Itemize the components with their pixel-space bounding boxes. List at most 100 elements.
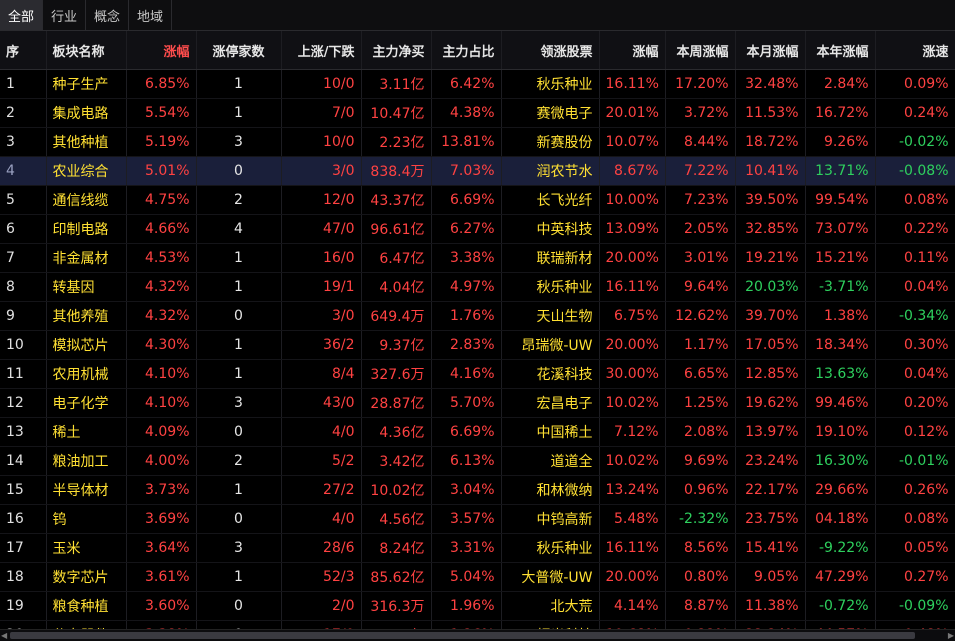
week-change: 9.69% — [665, 446, 736, 476]
leading-stock[interactable]: 北大荒 — [501, 591, 600, 621]
main-net-buy: 2.23亿 — [361, 127, 432, 157]
col-header-stock-change[interactable]: 涨幅 — [599, 31, 666, 70]
table-row[interactable]: 6 印制电路 4.66% 4 47/0 96.61亿 6.27% 中英科技 13.09% 2.05… — [0, 214, 955, 244]
leading-stock[interactable]: 秋乐种业 — [501, 533, 600, 563]
leading-stock-change: 20.00% — [599, 330, 666, 360]
change-speed: 0.04% — [875, 359, 955, 389]
leading-stock[interactable]: 联瑞新材 — [501, 243, 600, 273]
leading-stock[interactable]: 秋乐种业 — [501, 69, 600, 99]
table-row[interactable]: 9 其他养殖 4.32% 0 3/0 649.4万 1.76% 天山生物 6.75% 12.62%… — [0, 301, 955, 331]
col-header-main-net-buy[interactable]: 主力净买 — [361, 31, 432, 70]
week-change: 17.20% — [665, 69, 736, 99]
main-net-buy: 838.4万 — [361, 156, 432, 186]
sector-name[interactable]: 农用机械 — [46, 359, 127, 389]
table-row[interactable]: 10 模拟芯片 4.30% 1 36/2 9.37亿 2.83% 昂瑞微-UW 20.00% 1.… — [0, 330, 955, 360]
col-header-week-change[interactable]: 本周涨幅 — [665, 31, 736, 70]
leading-stock[interactable]: 花溪科技 — [501, 359, 600, 389]
table-row[interactable]: 3 其他种植 5.19% 3 10/0 2.23亿 13.81% 新赛股份 10.07% 8.44… — [0, 127, 955, 157]
limit-up-count: 0 — [196, 504, 282, 534]
sector-name[interactable]: 数字芯片 — [46, 562, 127, 592]
sector-name[interactable]: 非金属材 — [46, 243, 127, 273]
leading-stock[interactable]: 润农节水 — [501, 156, 600, 186]
leading-stock[interactable]: 大普微-UW — [501, 562, 600, 592]
table-row[interactable]: 14 粮油加工 4.00% 2 5/2 3.42亿 6.13% 道道全 10.02% 9.69% 2… — [0, 446, 955, 476]
sector-name[interactable]: 粮食种植 — [46, 591, 127, 621]
col-header-index[interactable]: 序 — [0, 31, 47, 70]
scrollbar-thumb[interactable] — [10, 632, 915, 639]
sector-name[interactable]: 集成电路 — [46, 98, 127, 128]
table-row[interactable]: 20分立器件3.38%017/04.03亿1.26%炬光科技10.68%0.22… — [0, 620, 955, 629]
sector-name[interactable]: 印制电路 — [46, 214, 127, 244]
col-header-change-sorted[interactable]: 涨幅 — [126, 31, 197, 70]
table-row[interactable]: 4 农业综合 5.01% 0 3/0 838.4万 7.03% 润农节水 8.67% 7.22% 1… — [0, 156, 955, 186]
leading-stock[interactable]: 宏昌电子 — [501, 388, 600, 418]
category-tab-bar: 全部 行业 概念 地域 — [0, 0, 955, 31]
sector-change: 3.61% — [126, 562, 197, 592]
leading-stock[interactable]: 和林微纳 — [501, 475, 600, 505]
table-row[interactable]: 2 集成电路 5.54% 1 7/0 10.47亿 4.38% 赛微电子 20.01% 3.72%… — [0, 98, 955, 128]
sector-name[interactable]: 通信线缆 — [46, 185, 127, 215]
table-row[interactable]: 12 电子化学 4.10% 3 43/0 28.87亿 5.70% 宏昌电子 10.02% 1.2… — [0, 388, 955, 418]
horizontal-scrollbar[interactable]: ◀ ▶ — [0, 629, 955, 641]
leading-stock[interactable]: 昂瑞微-UW — [501, 330, 600, 360]
table-row[interactable]: 11 农用机械 4.10% 1 8/4 327.6万 4.16% 花溪科技 30.00% 6.65… — [0, 359, 955, 389]
table-row[interactable]: 17 玉米 3.64% 3 28/6 8.24亿 3.31% 秋乐种业 16.11% 8.56% 1… — [0, 533, 955, 563]
month-change: 32.85% — [735, 214, 806, 244]
month-change: 39.70% — [735, 301, 806, 331]
col-header-limit-up-count[interactable]: 涨停家数 — [196, 31, 282, 70]
sector-name[interactable]: 半导体材 — [46, 475, 127, 505]
sector-name[interactable]: 农业综合 — [46, 156, 127, 186]
leading-stock[interactable]: 长飞光纤 — [501, 185, 600, 215]
scroll-left-arrow-icon[interactable]: ◀ — [1, 631, 7, 640]
table-row[interactable]: 15 半导体材 3.73% 1 27/2 10.02亿 3.04% 和林微纳 13.24% 0.9… — [0, 475, 955, 505]
table-row[interactable]: 1 种子生产 6.85% 1 10/0 3.11亿 6.42% 秋乐种业 16.11% 17.20… — [0, 69, 955, 99]
sector-name[interactable]: 种子生产 — [46, 69, 127, 99]
scroll-right-arrow-icon[interactable]: ▶ — [948, 631, 954, 640]
tab-concept[interactable]: 概念 — [86, 0, 130, 30]
change-speed: 0.20% — [875, 388, 955, 418]
col-header-main-ratio[interactable]: 主力占比 — [431, 31, 502, 70]
leading-stock[interactable]: 秋乐种业 — [501, 272, 600, 302]
leading-stock[interactable]: 赛微电子 — [501, 98, 600, 128]
tab-region[interactable]: 地域 — [129, 0, 173, 30]
leading-stock[interactable]: 新赛股份 — [501, 127, 600, 157]
tab-industry[interactable]: 行业 — [43, 0, 87, 30]
sector-name[interactable]: 分立器件 — [46, 620, 127, 629]
tab-all[interactable]: 全部 — [0, 0, 44, 30]
leading-stock[interactable]: 炬光科技 — [501, 620, 600, 629]
table-row[interactable]: 19 粮食种植 3.60% 0 2/0 316.3万 1.96% 北大荒 4.14% 8.87% 1… — [0, 591, 955, 621]
col-header-month-change[interactable]: 本月涨幅 — [735, 31, 806, 70]
table-row[interactable]: 18 数字芯片 3.61% 1 52/3 85.62亿 5.04% 大普微-UW 20.00% 0… — [0, 562, 955, 592]
leading-stock[interactable]: 道道全 — [501, 446, 600, 476]
main-net-buy: 43.37亿 — [361, 185, 432, 215]
col-header-leading-stock[interactable]: 领涨股票 — [501, 31, 600, 70]
col-header-sector-name[interactable]: 板块名称 — [46, 31, 127, 70]
table-row[interactable]: 13 稀土 4.09% 0 4/0 4.36亿 6.69% 中国稀土 7.12% 2.08% 13.… — [0, 417, 955, 447]
leading-stock[interactable]: 中国稀土 — [501, 417, 600, 447]
up-down-ratio: 36/2 — [281, 330, 362, 360]
leading-stock[interactable]: 中钨高新 — [501, 504, 600, 534]
year-change: 99.46% — [805, 388, 876, 418]
leading-stock[interactable]: 中英科技 — [501, 214, 600, 244]
table-row[interactable]: 16 钨 3.69% 0 4/0 4.56亿 3.57% 中钨高新 5.48% -2.32% 23.… — [0, 504, 955, 534]
change-speed: -0.34% — [875, 301, 955, 331]
leading-stock-change: 20.01% — [599, 98, 666, 128]
month-change: 22.24% — [735, 620, 806, 629]
col-header-up-down[interactable]: 上涨/下跌 — [281, 31, 362, 70]
sector-name[interactable]: 模拟芯片 — [46, 330, 127, 360]
sector-name[interactable]: 转基因 — [46, 272, 127, 302]
col-header-speed[interactable]: 涨速 — [875, 31, 955, 70]
sector-name[interactable]: 粮油加工 — [46, 446, 127, 476]
sector-name[interactable]: 稀土 — [46, 417, 127, 447]
sector-change: 4.32% — [126, 272, 197, 302]
sector-name[interactable]: 其他养殖 — [46, 301, 127, 331]
table-row[interactable]: 5 通信线缆 4.75% 2 12/0 43.37亿 6.69% 长飞光纤 10.00% 7.23… — [0, 185, 955, 215]
table-row[interactable]: 8 转基因 4.32% 1 19/1 4.04亿 4.97% 秋乐种业 16.11% 9.64% 2… — [0, 272, 955, 302]
sector-name[interactable]: 电子化学 — [46, 388, 127, 418]
col-header-year-change[interactable]: 本年涨幅 — [805, 31, 876, 70]
sector-name[interactable]: 其他种植 — [46, 127, 127, 157]
leading-stock[interactable]: 天山生物 — [501, 301, 600, 331]
sector-name[interactable]: 钨 — [46, 504, 127, 534]
table-row[interactable]: 7 非金属材 4.53% 1 16/0 6.47亿 3.38% 联瑞新材 20.00% 3.01%… — [0, 243, 955, 273]
sector-name[interactable]: 玉米 — [46, 533, 127, 563]
